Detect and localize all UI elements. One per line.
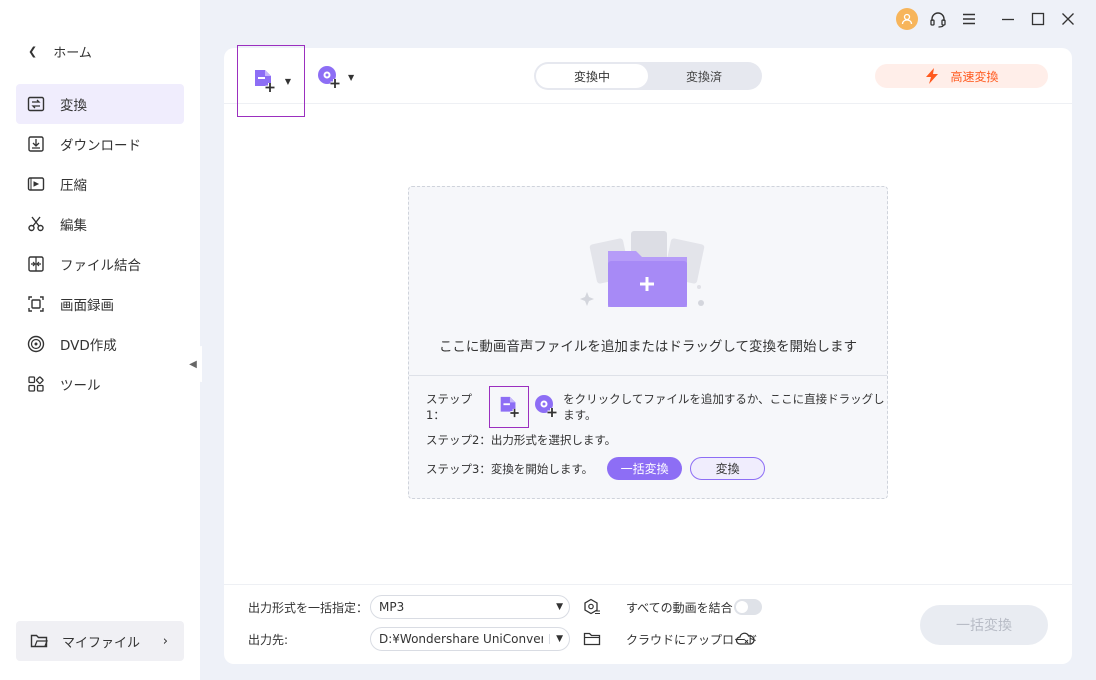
add-folder-illustration-icon	[580, 231, 705, 307]
status-tabs: 変換中 変換済	[534, 62, 762, 90]
close-icon	[1062, 13, 1074, 25]
output-path-select[interactable]: D:¥Wondershare UniConverter 1 ▼	[370, 627, 570, 651]
lightning-icon	[926, 68, 939, 84]
add-dvd-icon	[535, 394, 557, 417]
screen-record-icon	[28, 296, 44, 312]
output-format-value: MP3	[379, 600, 405, 614]
merge-all-label: すべての動画を結合	[626, 601, 733, 615]
maximize-icon	[1031, 12, 1045, 26]
add-dvd-icon	[318, 66, 340, 88]
cloud-upload-button[interactable]	[734, 629, 756, 649]
hamburger-menu-icon	[963, 13, 975, 25]
sidebar-item-convert[interactable]: 変換	[16, 84, 184, 124]
headset-icon	[930, 12, 946, 28]
footer-bar: 出力形式を一括指定： MP3 ▼ すべての動画を結合 出力先: D:¥Wonde…	[224, 584, 1072, 664]
convert-icon	[27, 96, 45, 112]
step-2-text: ステップ2：出力形式を選択します。	[426, 433, 617, 447]
step-2: ステップ2：出力形式を選択します。	[426, 432, 616, 448]
my-files-label: マイファイル	[62, 635, 141, 651]
scissors-icon	[28, 216, 44, 232]
home-label: ホーム	[53, 46, 92, 61]
step-1-icons	[489, 386, 559, 428]
tab-converted[interactable]: 変換済	[648, 64, 760, 88]
title-bar	[200, 0, 1096, 40]
dvd-icon	[27, 335, 45, 353]
sidebar-item-label: 編集	[60, 218, 87, 234]
sidebar-item-label: ツール	[60, 378, 101, 394]
user-icon	[901, 13, 913, 25]
home-link[interactable]: ❮ ホーム	[28, 42, 92, 61]
minimize-button[interactable]	[997, 8, 1019, 30]
dropdown-caret-icon: ▼	[348, 72, 355, 82]
output-path-value: D:¥Wondershare UniConverter 1	[379, 632, 543, 646]
sidebar-item-merge[interactable]: ファイル結合	[16, 244, 184, 284]
download-icon	[28, 136, 44, 152]
close-button[interactable]	[1057, 8, 1079, 30]
folder-icon	[30, 634, 48, 648]
add-dvd-button[interactable]: ▼	[316, 64, 354, 90]
sidebar-item-screen-record[interactable]: 画面録画	[16, 284, 184, 324]
chevron-down-icon: ▼	[556, 602, 563, 612]
merge-all-toggle[interactable]	[734, 599, 762, 615]
step-1: ステップ1： をクリックしてファイルを追加するか、ここに直接ドラッグします。	[426, 386, 887, 428]
chevron-left-icon: ❮	[28, 45, 38, 58]
add-file-icon	[500, 396, 519, 418]
step-3-text: ステップ3：変換を開始します。	[426, 461, 594, 476]
sidebar-item-edit[interactable]: 編集	[16, 204, 184, 244]
sidebar-item-dvd[interactable]: DVD作成	[16, 324, 184, 364]
add-file-button[interactable]: ▼	[237, 45, 305, 117]
output-format-select[interactable]: MP3 ▼	[370, 595, 570, 619]
add-file-icon	[254, 70, 275, 92]
step-3: ステップ3：変換を開始します。 一括変換 変換	[426, 457, 766, 480]
collapse-arrow-icon: ◀	[189, 358, 197, 370]
drop-area: ここに動画音声ファイルを追加またはドラッグして変換を開始します	[409, 187, 887, 376]
sidebar-item-label: 圧縮	[60, 178, 87, 194]
open-folder-button[interactable]	[582, 629, 602, 649]
cloud-upload-icon	[735, 632, 755, 645]
support-button[interactable]	[927, 8, 949, 30]
format-settings-button[interactable]	[582, 597, 602, 617]
tab-converting[interactable]: 変換中	[536, 64, 648, 88]
merge-icon	[28, 256, 44, 272]
maximize-button[interactable]	[1027, 8, 1049, 30]
step-add-dvd-button[interactable]	[533, 393, 559, 422]
fast-convert-label: 高速変換	[950, 69, 999, 84]
toolbar: ▼ ▼ 変換中 変換済 高速変換	[224, 45, 1072, 117]
main-panel: ▼ ▼ 変換中 変換済 高速変換 ここに動画音声ファイルを追加またはドラッグして…	[224, 45, 1072, 664]
sidebar-item-tools[interactable]: ツール	[16, 364, 184, 404]
file-drop-zone[interactable]: ここに動画音声ファイルを追加またはドラッグして変換を開始します ステップ1： を…	[408, 186, 888, 499]
step-1-label: ステップ1：	[426, 392, 472, 422]
step-add-file-button[interactable]	[489, 386, 530, 428]
account-avatar[interactable]	[896, 8, 918, 30]
sidebar-item-label: ダウンロード	[60, 138, 141, 154]
menu-button[interactable]	[958, 8, 980, 30]
compress-icon	[27, 177, 45, 191]
batch-convert-button[interactable]: 一括変換	[920, 605, 1048, 645]
drop-hint-text: ここに動画音声ファイルを追加またはドラッグして変換を開始します	[438, 339, 858, 355]
sidebar-nav: 変換 ダウンロード 圧縮 編集 ファイル結合 画面録画 DVD作成 ツール	[16, 84, 184, 404]
output-path-label: 出力先:	[248, 633, 289, 647]
sidebar-item-label: ファイル結合	[60, 258, 141, 274]
sidebar-item-label: 変換	[60, 98, 87, 114]
toolbox-icon	[28, 376, 44, 392]
format-settings-icon	[584, 598, 600, 615]
sidebar-item-download[interactable]: ダウンロード	[16, 124, 184, 164]
chevron-right-icon: ›	[162, 633, 168, 649]
chevron-down-icon: ▼	[549, 634, 563, 644]
my-files-button[interactable]: マイファイル ›	[16, 621, 184, 661]
fast-convert-button[interactable]: 高速変換	[875, 64, 1048, 88]
dropdown-caret-icon: ▼	[284, 76, 292, 86]
sidebar-item-label: 画面録画	[60, 298, 114, 314]
minimize-icon	[1002, 18, 1014, 21]
batch-convert-step-button[interactable]: 一括変換	[607, 457, 683, 480]
folder-icon	[583, 632, 601, 646]
sidebar-item-compress[interactable]: 圧縮	[16, 164, 184, 204]
format-label: 出力形式を一括指定：	[248, 601, 369, 615]
convert-step-button[interactable]: 変換	[690, 457, 766, 480]
sidebar: ❮ ホーム 変換 ダウンロード 圧縮 編集 ファイル結合 画面録画 DVD作成 …	[0, 0, 200, 680]
step-1-text: をクリックしてファイルを追加するか、ここに直接ドラッグします。	[563, 392, 885, 422]
sidebar-item-label: DVD作成	[60, 338, 117, 354]
